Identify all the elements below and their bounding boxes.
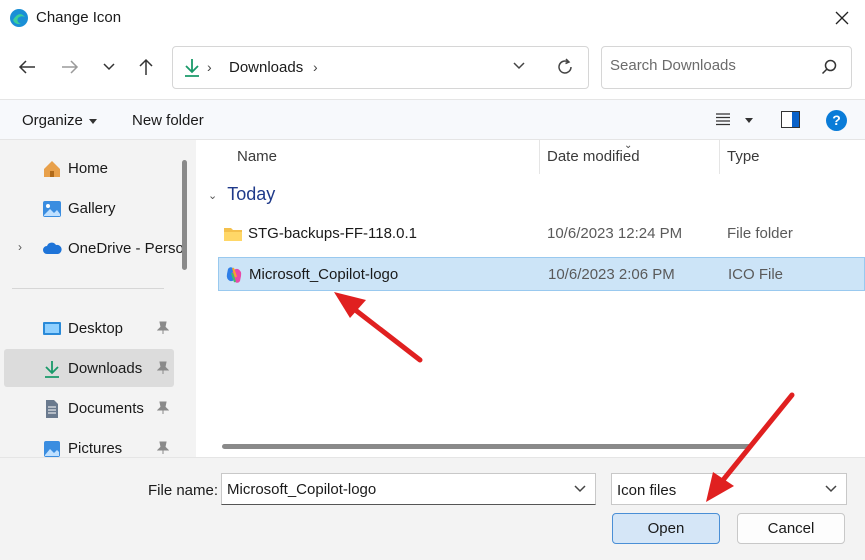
close-button[interactable] (819, 0, 865, 36)
caret-down-icon[interactable] (745, 118, 753, 123)
home-icon (44, 161, 60, 177)
sidebar-item-downloads[interactable]: Downloads (4, 349, 174, 387)
forward-button[interactable] (55, 52, 85, 82)
file-type: ICO File (728, 266, 784, 283)
sidebar-item-label: Home (68, 160, 109, 177)
chevron-down-icon (825, 485, 837, 493)
sidebar-item-home[interactable]: Home (4, 149, 174, 187)
sidebar-item-pictures[interactable]: Pictures (4, 429, 174, 457)
file-date: 10/6/2023 2:06 PM (548, 266, 675, 283)
arrow-up-icon (139, 58, 153, 75)
window-title: Change Icon (36, 9, 122, 26)
group-label: Today (227, 184, 276, 204)
search-input[interactable] (610, 57, 810, 74)
file-name: STG-backups-FF-118.0.1 (248, 225, 417, 242)
sidebar-item-label: Gallery (68, 200, 116, 217)
organize-label: Organize (22, 112, 83, 129)
column-header-name[interactable]: Name (237, 148, 277, 165)
sidebar-item-label: Desktop (68, 320, 124, 337)
back-button[interactable] (12, 52, 42, 82)
new-folder-button[interactable]: New folder (132, 112, 204, 129)
copilot-icon (226, 267, 242, 283)
column-separator[interactable] (539, 140, 540, 174)
pin-icon[interactable] (157, 401, 169, 415)
sidebar-item-gallery[interactable]: Gallery (4, 189, 174, 227)
column-header-date[interactable]: Date modified (547, 148, 640, 165)
help-button[interactable]: ? (826, 110, 847, 131)
pictures-icon (44, 441, 60, 457)
horizontal-scrollbar[interactable] (222, 444, 752, 449)
navigation-bar: › Downloads › (0, 36, 865, 99)
gallery-icon (43, 201, 61, 217)
caret-down-icon (88, 118, 97, 124)
sidebar-item-desktop[interactable]: Desktop (4, 309, 174, 347)
sidebar-item-onedrive[interactable]: › OneDrive - Perso (4, 229, 184, 267)
filename-value: Microsoft_Copilot-logo (227, 481, 377, 498)
sidebar-item-label: Pictures (68, 440, 123, 457)
table-row[interactable]: STG-backups-FF-118.0.1 10/6/2023 12:24 P… (218, 217, 865, 251)
sidebar-item-label: OneDrive - Perso (68, 240, 184, 257)
desktop-icon (43, 322, 61, 335)
close-icon (835, 11, 849, 25)
recent-locations-button[interactable] (94, 52, 124, 82)
dialog-footer: File name: Microsoft_Copilot-logo Icon f… (0, 457, 865, 560)
cancel-button[interactable]: Cancel (737, 513, 845, 544)
chevron-down-icon: ⌄ (208, 189, 218, 202)
chevron-right-icon[interactable]: › (18, 240, 22, 254)
chevron-down-icon[interactable] (512, 59, 526, 73)
title-bar: Change Icon (0, 0, 865, 36)
sidebar-item-label: Documents (68, 400, 144, 417)
breadcrumb-chevron[interactable]: › (313, 59, 318, 75)
preview-pane-button[interactable] (781, 111, 800, 128)
file-type: File folder (727, 225, 793, 242)
pin-icon[interactable] (157, 321, 169, 335)
preview-pane-icon (792, 112, 799, 127)
filename-label: File name: (148, 482, 219, 499)
folder-icon (224, 228, 242, 241)
pin-icon[interactable] (157, 361, 169, 375)
search-box[interactable] (601, 46, 852, 89)
breadcrumb-current[interactable]: Downloads (229, 59, 303, 76)
navigation-pane: Home Gallery › OneDrive - Perso Desktop … (0, 140, 190, 457)
column-header-type[interactable]: Type (727, 148, 760, 165)
organize-button[interactable]: Organize (22, 112, 97, 129)
file-list: Name ⌄ Date modified Type ⌄ Today STG-bac… (196, 140, 865, 457)
filename-field[interactable]: Microsoft_Copilot-logo (221, 473, 596, 505)
table-row[interactable]: Microsoft_Copilot-logo 10/6/2023 2:06 PM… (218, 257, 865, 291)
filetype-select[interactable]: Icon files (611, 473, 847, 505)
edge-app-icon (10, 9, 28, 27)
cloud-icon (43, 242, 62, 254)
sidebar-item-label: Downloads (68, 360, 143, 377)
arrow-right-icon (62, 60, 79, 74)
chevron-down-icon[interactable] (573, 482, 587, 496)
address-bar[interactable]: › Downloads › (172, 46, 589, 89)
open-button[interactable]: Open (612, 513, 720, 544)
refresh-icon[interactable] (555, 57, 575, 77)
column-separator[interactable] (719, 140, 720, 174)
sidebar-divider (12, 288, 164, 289)
document-icon (46, 400, 58, 418)
command-bar: Organize New folder ? (0, 99, 865, 140)
arrow-left-icon (18, 60, 35, 74)
up-button[interactable] (131, 52, 161, 82)
group-header-today[interactable]: ⌄ Today (208, 184, 275, 205)
pin-icon[interactable] (157, 441, 169, 455)
chevron-down-icon (103, 63, 115, 71)
sidebar-item-documents[interactable]: Documents (4, 389, 174, 427)
file-name: Microsoft_Copilot-logo (249, 266, 399, 283)
breadcrumb-chevron: › (207, 59, 212, 75)
search-icon (821, 59, 837, 75)
download-icon (45, 361, 59, 378)
view-list-icon[interactable] (715, 112, 731, 126)
file-date: 10/6/2023 12:24 PM (547, 225, 683, 242)
download-icon (185, 59, 199, 77)
sidebar-scrollbar[interactable] (182, 160, 187, 270)
filetype-value: Icon files (617, 482, 677, 499)
